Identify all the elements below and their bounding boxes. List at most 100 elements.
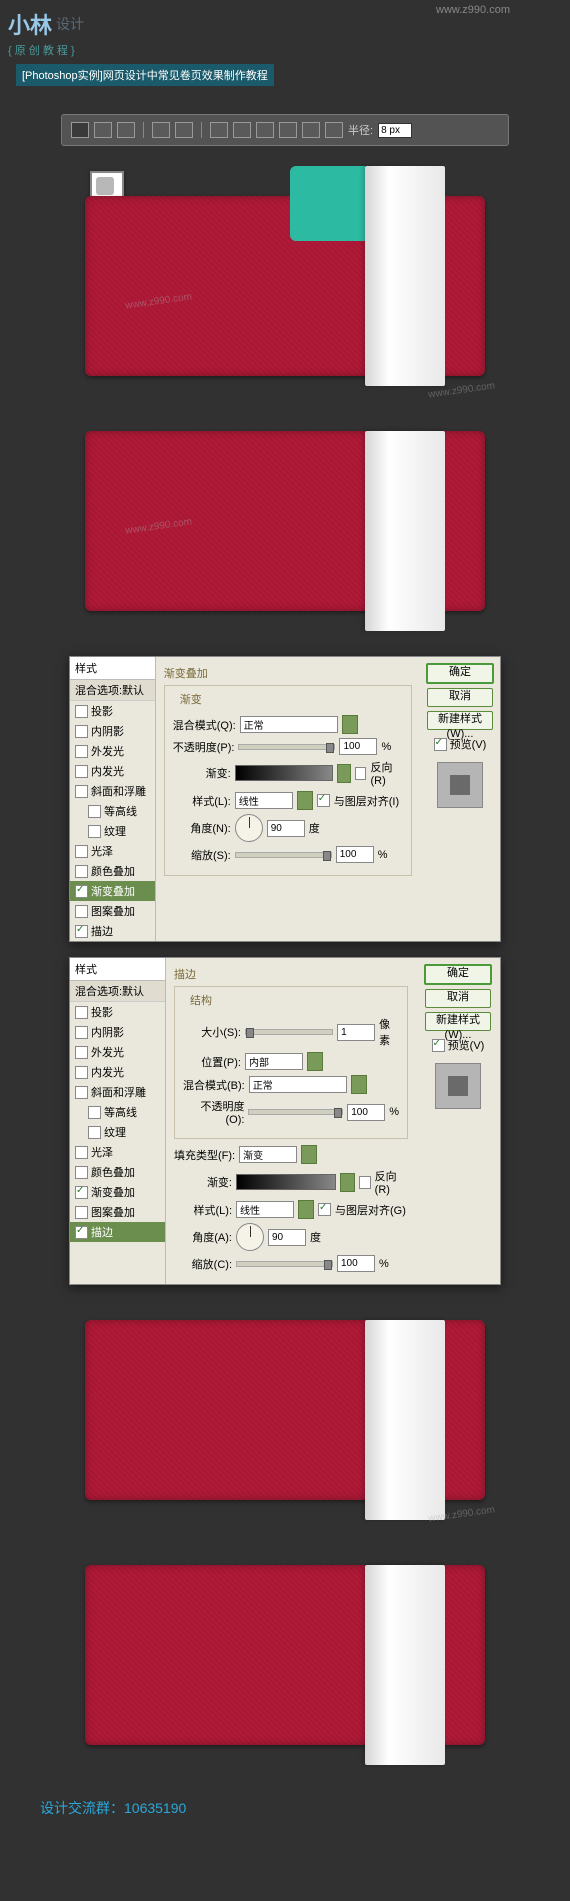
fill-type-select[interactable]: 渐变 — [239, 1146, 297, 1163]
dropdown-icon[interactable] — [337, 764, 351, 783]
size-slider[interactable] — [245, 1029, 333, 1035]
style-item[interactable]: 外发光 — [70, 741, 155, 761]
style-item[interactable]: 等高线 — [70, 801, 155, 821]
dropdown-icon[interactable] — [307, 1052, 323, 1071]
shape-custom-icon[interactable] — [325, 122, 343, 138]
shape-line-icon[interactable] — [302, 122, 320, 138]
style-item[interactable]: 斜面和浮雕 — [70, 1082, 165, 1102]
checkbox[interactable] — [75, 1166, 88, 1179]
cancel-button[interactable]: 取消 — [427, 688, 493, 707]
checkbox-checked[interactable] — [75, 885, 88, 898]
checkbox[interactable] — [75, 1086, 88, 1099]
opacity-slider[interactable] — [238, 744, 335, 750]
ok-button[interactable]: 确定 — [424, 964, 492, 985]
checkbox[interactable] — [75, 1146, 88, 1159]
opacity-input[interactable] — [347, 1104, 385, 1121]
shape-polygon-icon[interactable] — [279, 122, 297, 138]
checkbox[interactable] — [75, 845, 88, 858]
checkbox[interactable] — [75, 785, 88, 798]
rounded-rect-tool-icon[interactable] — [94, 122, 112, 138]
align-checkbox[interactable] — [317, 794, 330, 807]
style-item[interactable]: 内阴影 — [70, 1022, 165, 1042]
gradient-preview[interactable] — [235, 765, 333, 781]
checkbox[interactable] — [75, 745, 88, 758]
checkbox[interactable] — [75, 705, 88, 718]
angle-input[interactable] — [267, 820, 305, 837]
reverse-checkbox[interactable] — [355, 767, 367, 780]
checkbox[interactable] — [75, 725, 88, 738]
checkbox[interactable] — [75, 1006, 88, 1019]
angle-dial[interactable] — [236, 1223, 264, 1251]
checkbox[interactable] — [88, 825, 101, 838]
shape-roundrect-icon[interactable] — [233, 122, 251, 138]
style-item[interactable]: 外发光 — [70, 1042, 165, 1062]
style-item[interactable]: 内发光 — [70, 761, 155, 781]
align-checkbox[interactable] — [318, 1203, 331, 1216]
style-item[interactable]: 斜面和浮雕 — [70, 781, 155, 801]
rect-tool-icon[interactable] — [71, 122, 89, 138]
style-item[interactable]: 光泽 — [70, 1142, 165, 1162]
style-item[interactable]: 颜色叠加 — [70, 861, 155, 881]
blend-mode-select[interactable]: 正常 — [240, 716, 338, 733]
checkbox-checked[interactable] — [75, 925, 88, 938]
style-item[interactable]: 内阴影 — [70, 721, 155, 741]
ok-button[interactable]: 确定 — [426, 663, 494, 684]
shape-ellipse-icon[interactable] — [256, 122, 274, 138]
pen-tool-icon[interactable] — [152, 122, 170, 138]
ellipse-tool-icon[interactable] — [117, 122, 135, 138]
style-item[interactable]: 纹理 — [70, 1122, 165, 1142]
style-item[interactable]: 描边 — [70, 921, 155, 941]
position-select[interactable]: 内部 — [245, 1053, 303, 1070]
dropdown-icon[interactable] — [351, 1075, 367, 1094]
style-item-active[interactable]: 渐变叠加 — [70, 881, 155, 901]
style-item[interactable]: 投影 — [70, 701, 155, 721]
style-item[interactable]: 投影 — [70, 1002, 165, 1022]
opacity-slider[interactable] — [248, 1109, 343, 1115]
shape-rect-icon[interactable] — [210, 122, 228, 138]
checkbox[interactable] — [75, 1206, 88, 1219]
opacity-input[interactable] — [339, 738, 377, 755]
dropdown-icon[interactable] — [298, 1200, 314, 1219]
checkbox[interactable] — [75, 865, 88, 878]
scale-input[interactable] — [337, 1255, 375, 1272]
angle-dial[interactable] — [235, 814, 263, 842]
blend-options-header[interactable]: 混合选项:默认 — [70, 981, 165, 1002]
checkbox[interactable] — [88, 805, 101, 818]
size-input[interactable] — [337, 1024, 375, 1041]
radius-input[interactable] — [378, 123, 412, 138]
checkbox-checked[interactable] — [75, 1186, 88, 1199]
style-item[interactable]: 图案叠加 — [70, 901, 155, 921]
style-item-active[interactable]: 描边 — [70, 1222, 165, 1242]
checkbox[interactable] — [88, 1106, 101, 1119]
checkbox[interactable] — [75, 1026, 88, 1039]
dropdown-icon[interactable] — [340, 1173, 355, 1192]
checkbox[interactable] — [75, 765, 88, 778]
angle-input[interactable] — [268, 1229, 306, 1246]
checkbox[interactable] — [88, 1126, 101, 1139]
scale-input[interactable] — [336, 846, 374, 863]
scale-slider[interactable] — [236, 1261, 333, 1267]
reverse-checkbox[interactable] — [359, 1176, 371, 1189]
style-item[interactable]: 渐变叠加 — [70, 1182, 165, 1202]
style-item[interactable]: 光泽 — [70, 841, 155, 861]
scale-slider[interactable] — [235, 852, 332, 858]
blend-options-header[interactable]: 混合选项:默认 — [70, 680, 155, 701]
preview-checkbox[interactable] — [434, 738, 447, 751]
new-style-button[interactable]: 新建样式(W)... — [427, 711, 493, 730]
style-item[interactable]: 等高线 — [70, 1102, 165, 1122]
dropdown-icon[interactable] — [297, 791, 313, 810]
blend-mode-select[interactable]: 正常 — [249, 1076, 347, 1093]
grad-style-select[interactable]: 线性 — [236, 1201, 294, 1218]
gradient-preview[interactable] — [236, 1174, 336, 1190]
checkbox[interactable] — [75, 1046, 88, 1059]
style-item[interactable]: 图案叠加 — [70, 1202, 165, 1222]
dropdown-icon[interactable] — [342, 715, 358, 734]
preview-checkbox[interactable] — [432, 1039, 445, 1052]
style-item[interactable]: 纹理 — [70, 821, 155, 841]
new-style-button[interactable]: 新建样式(W)... — [425, 1012, 491, 1031]
style-item[interactable]: 颜色叠加 — [70, 1162, 165, 1182]
checkbox[interactable] — [75, 905, 88, 918]
checkbox[interactable] — [75, 1066, 88, 1079]
grad-style-select[interactable]: 线性 — [235, 792, 293, 809]
dropdown-icon[interactable] — [301, 1145, 317, 1164]
